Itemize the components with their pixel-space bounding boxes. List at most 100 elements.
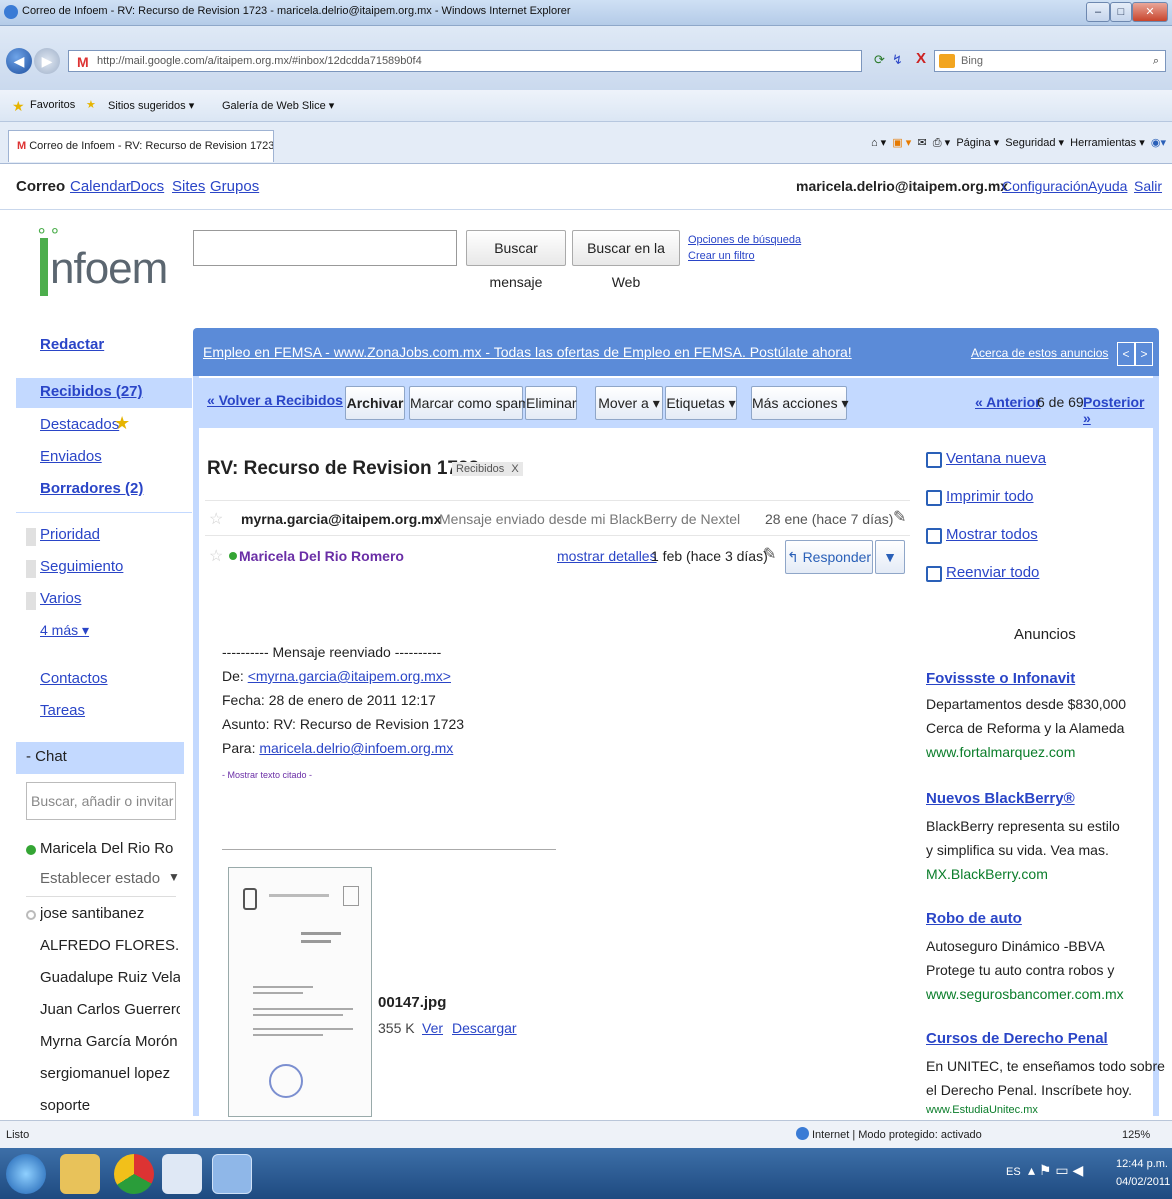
tray-icons[interactable]: ▴ ⚑ ▭ ◀ (1028, 1162, 1083, 1179)
explorer-taskbar-icon[interactable] (60, 1154, 100, 1194)
back-to-inbox-link[interactable]: « Volver a Recibidos (207, 392, 343, 408)
rss-icon[interactable]: ↯ (892, 52, 903, 68)
safety-menu[interactable]: Seguridad ▾ (1005, 137, 1064, 149)
web-slice-gallery[interactable]: Galería de Web Slice ▾ (222, 99, 334, 112)
show-quoted-text-link[interactable]: - Mostrar texto citado - (222, 770, 312, 780)
clock-time[interactable]: 12:44 p.m. (1116, 1158, 1168, 1170)
suggested-sites[interactable]: Sitios sugeridos ▾ (108, 99, 194, 112)
security-zone[interactable]: Internet | Modo protegido: activado (812, 1129, 982, 1141)
next-message-link[interactable]: Posterior » (1083, 394, 1153, 426)
ad-title[interactable]: Fovissste o Infonavit (926, 670, 1075, 687)
add-favorite-icon[interactable]: ★ (86, 98, 96, 111)
star-toggle-icon[interactable]: ☆ (209, 509, 223, 529)
contacts-link[interactable]: Contactos (40, 670, 108, 687)
top-link-groups[interactable]: Grupos (210, 178, 259, 195)
print-icon[interactable]: ⎙ ▾ (933, 137, 950, 149)
about-ads-link[interactable]: Acerca de estos anuncios (971, 346, 1108, 360)
ie-taskbar-icon[interactable] (212, 1154, 252, 1194)
infoem-logo[interactable]: ∘∘ nfoem (30, 216, 180, 306)
chat-contact[interactable]: Juan Carlos Guerrero... (40, 1001, 180, 1018)
new-window-link[interactable]: Ventana nueva (946, 450, 1046, 467)
mail-icon[interactable]: ✉ (917, 137, 926, 149)
collapsed-message[interactable]: ☆ myrna.garcia@itaipem.org.mx Mensaje en… (205, 500, 910, 536)
browser-tab[interactable]: M Correo de Infoem - RV: Recurso de Revi… (8, 130, 274, 162)
prev-ad-button[interactable]: < (1117, 342, 1135, 366)
create-filter-link[interactable]: Crear un filtro (688, 250, 755, 262)
back-button[interactable]: ◀ (6, 48, 32, 74)
prev-message-link[interactable]: « Anterior (975, 394, 1041, 410)
top-link-calendar[interactable]: Calendar (70, 178, 131, 195)
ad-title[interactable]: Cursos de Derecho Penal (926, 1030, 1108, 1047)
chevron-down-icon[interactable]: ▼ (168, 870, 180, 884)
favorites-button[interactable]: Favoritos (30, 99, 75, 111)
report-spam-button[interactable]: Marcar como spam (409, 386, 530, 420)
chat-search-input[interactable]: Buscar, añadir o invitar (26, 782, 176, 820)
sidebar-label-followup[interactable]: Seguimiento (40, 558, 123, 575)
chat-contact[interactable]: soporte (40, 1097, 180, 1114)
sponsored-link[interactable]: Empleo en FEMSA - www.ZonaJobs.com.mx - … (203, 344, 852, 360)
sidebar-item-inbox[interactable]: Recibidos (27) (40, 383, 143, 400)
next-ad-button[interactable]: > (1135, 342, 1153, 366)
start-button[interactable] (6, 1154, 46, 1194)
labels-dropdown[interactable]: Etiquetas ▾ (665, 386, 737, 420)
forward-button[interactable]: ▶ (34, 48, 60, 74)
page-menu[interactable]: Página ▾ (956, 137, 999, 149)
from-email-link[interactable]: <myrna.garcia@itaipem.org.mx> (248, 668, 451, 684)
chrome-taskbar-icon[interactable] (114, 1154, 154, 1194)
chat-header[interactable]: - Chat (16, 742, 184, 774)
set-status-dropdown[interactable]: Establecer estado (40, 870, 180, 887)
zoom-level[interactable]: 125% (1122, 1129, 1150, 1141)
attachment-thumbnail[interactable] (228, 867, 372, 1117)
compose-link[interactable]: Redactar (40, 336, 104, 353)
web-search-box[interactable]: Bing ⌕ (934, 50, 1166, 72)
tasks-link[interactable]: Tareas (40, 702, 85, 719)
reply-options-dropdown[interactable]: ▼ (875, 540, 905, 574)
home-icon[interactable]: ⌂ ▾ (871, 137, 886, 149)
help-link[interactable]: Ayuda (1088, 178, 1127, 194)
download-attachment-link[interactable]: Descargar (452, 1020, 517, 1036)
tools-menu[interactable]: Herramientas ▾ (1070, 137, 1145, 149)
show-details-link[interactable]: mostrar detalles (557, 548, 657, 564)
maximize-button[interactable]: □ (1110, 2, 1132, 22)
ad-title[interactable]: Nuevos BlackBerry® (926, 790, 1075, 807)
help-icon[interactable]: ◉▾ (1151, 137, 1166, 149)
view-attachment-link[interactable]: Ver (422, 1020, 443, 1036)
sidebar-item-sent[interactable]: Enviados (40, 448, 102, 465)
stop-icon[interactable]: X (916, 50, 926, 67)
search-icon[interactable]: ⌕ (1153, 51, 1159, 71)
top-link-sites[interactable]: Sites (172, 178, 205, 195)
close-button[interactable]: ✕ (1132, 2, 1168, 22)
expand-all-link[interactable]: Mostrar todos (946, 526, 1038, 543)
feeds-icon[interactable]: ▣ ▾ (892, 137, 911, 149)
search-options-link[interactable]: Opciones de búsqueda (688, 234, 801, 246)
refresh-icon[interactable]: ⟳ (874, 52, 885, 68)
sidebar-item-starred[interactable]: Destacados (40, 416, 119, 433)
signout-link[interactable]: Salir (1134, 178, 1162, 194)
ad-title[interactable]: Robo de auto (926, 910, 1022, 927)
search-mail-button[interactable]: Buscar mensaje (466, 230, 566, 290)
word-taskbar-icon[interactable] (162, 1154, 202, 1194)
chat-contact[interactable]: jose santibanez (40, 905, 180, 922)
chat-contact[interactable]: Myrna García Morón (40, 1033, 180, 1050)
ad-url[interactable]: www.segurosbancomer.com.mx (926, 986, 1124, 1002)
settings-link[interactable]: Configuración (1002, 178, 1088, 194)
move-to-dropdown[interactable]: Mover a ▾ (595, 386, 663, 420)
more-actions-dropdown[interactable]: Más acciones ▾ (751, 386, 849, 420)
chat-contact[interactable]: ALFREDO FLORES... (40, 937, 180, 954)
remove-label-button[interactable]: X (511, 463, 518, 475)
expanded-message-header[interactable]: ☆ Maricela Del Rio Romero mostrar detall… (205, 538, 910, 574)
minimize-button[interactable]: – (1086, 2, 1110, 22)
forward-all-link[interactable]: Reenviar todo (946, 564, 1039, 581)
top-link-docs[interactable]: Docs (130, 178, 164, 195)
ad-url[interactable]: MX.BlackBerry.com (926, 866, 1048, 882)
print-all-link[interactable]: Imprimir todo (946, 488, 1034, 505)
sidebar-label-priority[interactable]: Prioridad (40, 526, 100, 543)
delete-button[interactable]: Eliminar (525, 386, 577, 420)
search-web-button[interactable]: Buscar en la Web (572, 230, 680, 290)
ad-url[interactable]: www.fortalmarquez.com (926, 744, 1075, 760)
chat-contact[interactable]: Guadalupe Ruiz Velaz... (40, 969, 180, 986)
clock-date[interactable]: 04/02/2011 (1116, 1176, 1170, 1188)
ad-url[interactable]: www.EstudiaUnitec.mx (926, 1104, 1038, 1116)
more-labels-link[interactable]: 4 más ▾ (40, 622, 89, 639)
language-indicator[interactable]: ES (1006, 1166, 1021, 1178)
